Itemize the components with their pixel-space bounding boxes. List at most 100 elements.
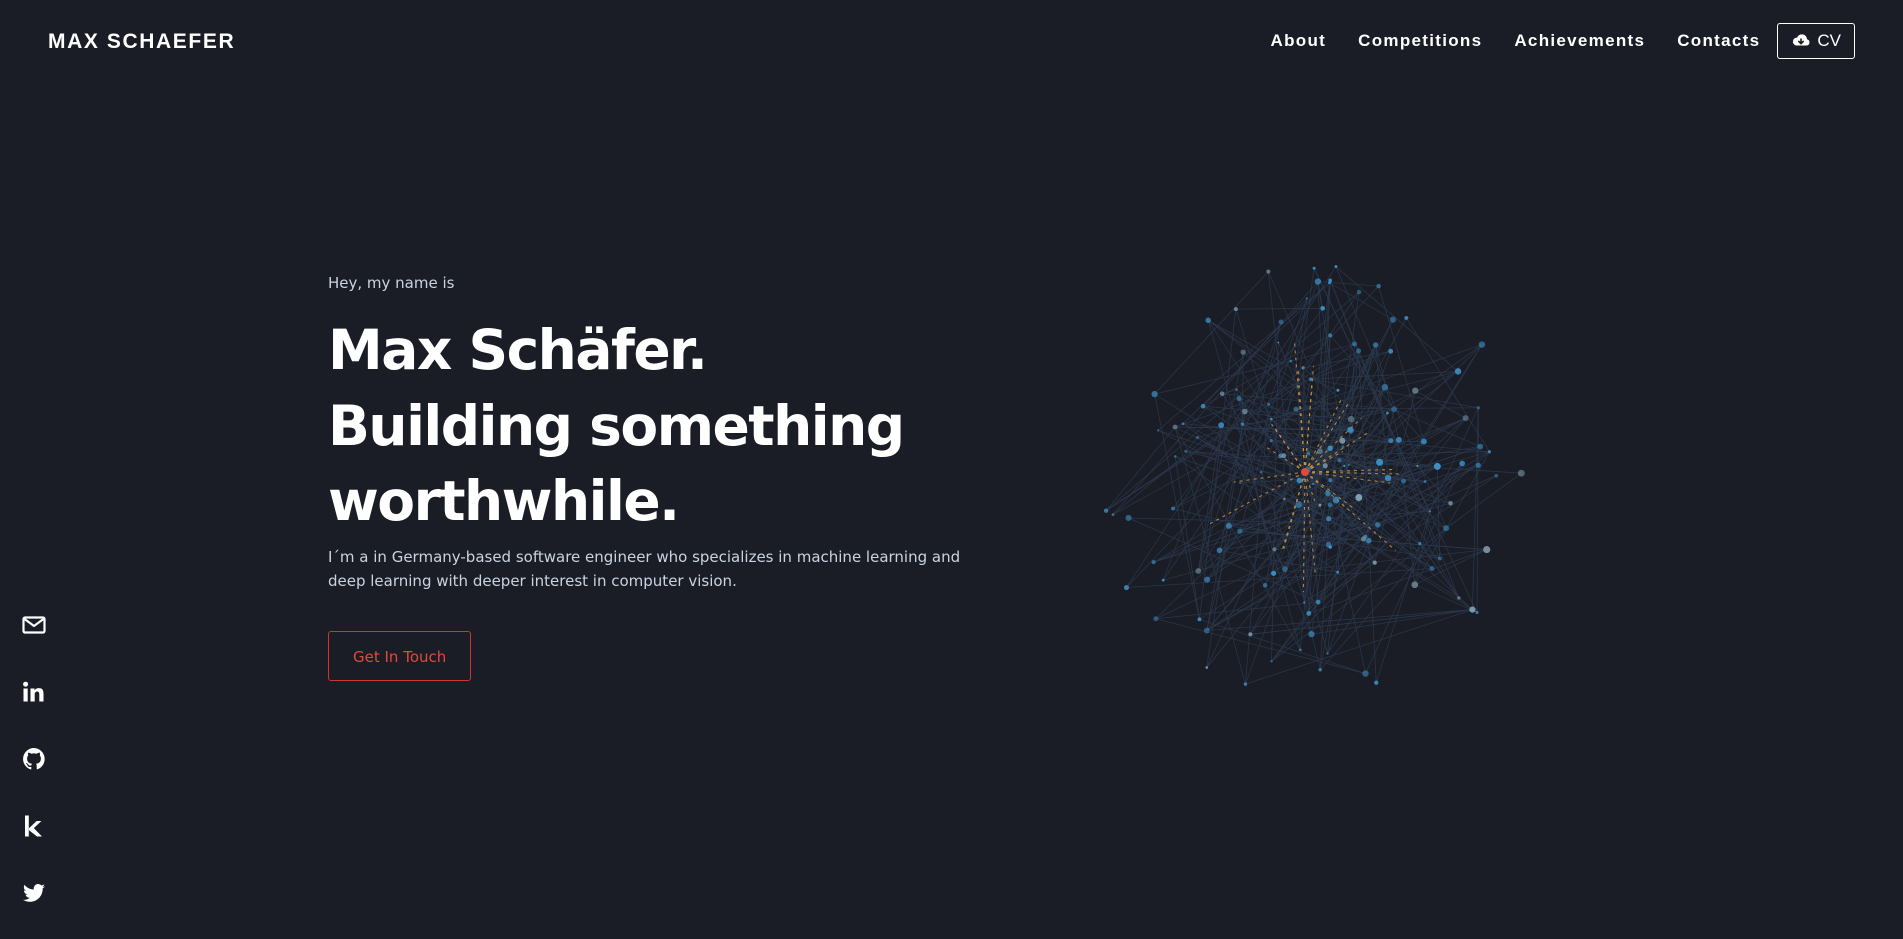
network-node	[1372, 560, 1377, 565]
network-node	[1328, 478, 1333, 483]
network-node	[1237, 528, 1243, 534]
get-in-touch-button[interactable]: Get In Touch	[328, 631, 472, 681]
network-edge	[1182, 282, 1330, 424]
network-node	[1366, 537, 1372, 544]
network-graph-illustration	[1103, 265, 1525, 686]
network-node	[1389, 316, 1397, 323]
network-node	[1475, 610, 1479, 615]
envelope-icon[interactable]	[21, 612, 47, 638]
network-node	[1355, 494, 1363, 502]
network-node	[1376, 458, 1384, 466]
network-node	[1360, 536, 1367, 542]
network-node	[1356, 289, 1362, 295]
network-node	[1437, 556, 1442, 561]
network-edge	[1228, 525, 1440, 559]
network-node	[1293, 406, 1299, 412]
network-edge	[1245, 609, 1473, 685]
network-node	[1270, 417, 1273, 421]
twitter-icon[interactable]	[21, 880, 47, 906]
network-node	[1362, 670, 1369, 677]
network-node	[1372, 342, 1379, 348]
network-edge	[1155, 618, 1366, 674]
network-node	[1218, 422, 1225, 429]
network-node	[1478, 341, 1486, 348]
network-node	[1296, 477, 1303, 484]
network-node	[1384, 474, 1392, 482]
nav-link-contacts[interactable]: Contacts	[1677, 31, 1760, 51]
network-node	[1320, 305, 1326, 311]
network-node	[1172, 424, 1178, 430]
network-node	[1306, 451, 1311, 456]
network-node	[1312, 266, 1316, 270]
network-node	[1303, 478, 1306, 481]
network-node	[1356, 348, 1362, 354]
network-node	[1303, 601, 1306, 604]
linkedin-icon[interactable]	[21, 679, 47, 705]
network-node	[1205, 317, 1211, 324]
network-node	[1312, 482, 1315, 486]
network-node	[1388, 348, 1394, 354]
hero-description: I´m a in Germany-based software engineer…	[328, 548, 961, 590]
network-node	[1125, 514, 1132, 522]
network-node	[1289, 359, 1293, 363]
network-node	[1322, 463, 1328, 469]
network-node	[1200, 403, 1206, 409]
network-edge	[1154, 360, 1291, 395]
network-edge	[1414, 511, 1431, 585]
network-node	[1204, 576, 1211, 583]
network-node	[1428, 510, 1432, 513]
network-node	[1327, 445, 1333, 452]
network-node	[1318, 668, 1322, 672]
network-node	[1328, 545, 1333, 549]
network-node	[1411, 581, 1419, 589]
network-node	[1334, 265, 1338, 268]
network-node	[1328, 333, 1333, 338]
network-hub-node	[1301, 468, 1309, 476]
site-logo[interactable]: MAX SCHAEFER	[48, 30, 235, 54]
network-node	[1459, 460, 1466, 467]
network-node	[1240, 349, 1246, 355]
network-node	[1429, 566, 1435, 571]
network-edge	[1155, 601, 1319, 620]
network-node	[1347, 427, 1355, 434]
network-node	[1448, 500, 1453, 506]
network-node	[1404, 315, 1409, 320]
network-edge	[1379, 446, 1481, 463]
cloud-download-icon	[1791, 33, 1811, 49]
network-node	[1171, 506, 1176, 511]
network-node	[1376, 283, 1381, 289]
network-node	[1347, 463, 1350, 466]
github-icon[interactable]	[21, 746, 47, 772]
cv-download-button[interactable]: CV	[1777, 23, 1855, 59]
network-node	[1326, 516, 1332, 522]
network-node	[1151, 390, 1158, 398]
network-node	[1248, 632, 1253, 637]
network-edge	[1311, 609, 1473, 635]
nav-link-competitions[interactable]: Competitions	[1358, 31, 1482, 51]
network-node	[1336, 388, 1340, 392]
network-node	[1315, 599, 1321, 605]
nav-link-about[interactable]: About	[1271, 31, 1327, 51]
network-node	[1243, 682, 1248, 686]
network-node	[1433, 462, 1441, 470]
network-node	[1375, 522, 1381, 528]
network-node	[1337, 458, 1342, 463]
nav-link-achievements[interactable]: Achievements	[1514, 31, 1645, 51]
network-edge	[1206, 609, 1473, 631]
network-node	[1401, 478, 1407, 484]
network-node	[1301, 366, 1305, 370]
network-node	[1123, 584, 1130, 591]
network-node	[1262, 583, 1268, 588]
network-node	[1341, 445, 1345, 449]
kaggle-icon[interactable]	[21, 813, 47, 839]
hero-tagline-line2: worthwhile.	[328, 469, 680, 533]
network-node	[1241, 408, 1248, 415]
network-node	[1103, 508, 1109, 513]
network-node	[1156, 429, 1160, 432]
network-node	[1298, 648, 1302, 652]
network-edge	[1250, 609, 1473, 635]
network-node	[1111, 513, 1115, 516]
network-node	[1282, 566, 1288, 572]
network-node	[1203, 627, 1210, 634]
hero-greeting: Hey, my name is	[328, 274, 455, 292]
